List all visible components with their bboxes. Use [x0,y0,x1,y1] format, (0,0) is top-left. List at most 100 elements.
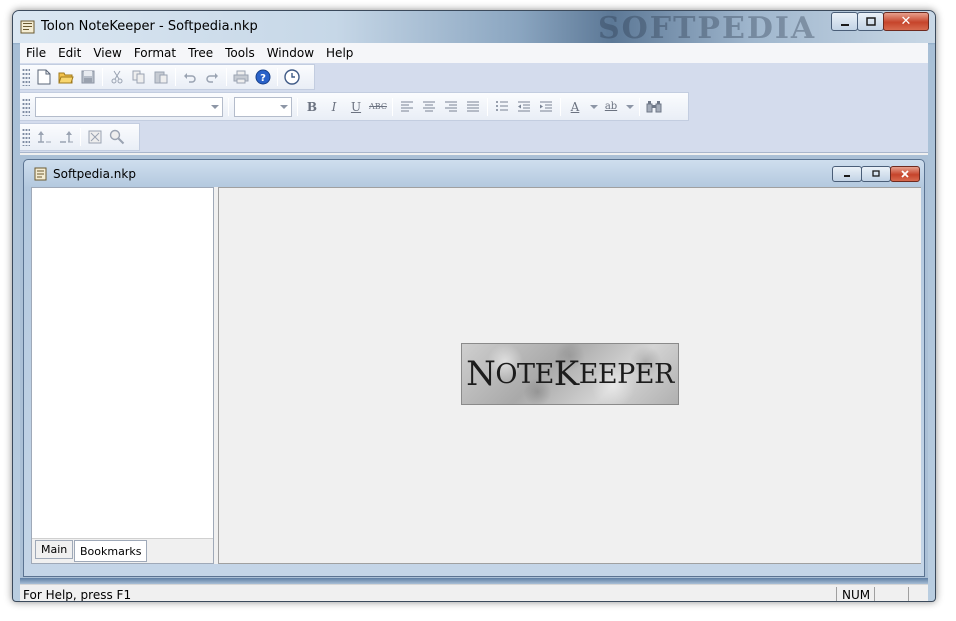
main-window: SOFTPEDIA Tolon NoteKeeper - Softpedia.n… [12,10,936,602]
paste-button[interactable] [150,66,172,88]
toolbar-separator [80,128,81,146]
underline-button[interactable]: U [345,96,367,118]
save-button[interactable] [77,66,99,88]
toolbar-separator [560,97,561,116]
menu-view[interactable]: View [87,43,127,63]
new-icon [37,69,51,85]
minimize-button[interactable] [831,12,858,31]
open-button[interactable] [55,66,77,88]
strikethrough-button[interactable]: ABC [367,96,389,118]
tree-tabs: Main Bookmarks [32,538,213,563]
close-icon [901,170,909,178]
align-center-icon [423,101,435,112]
document-window: Softpedia.nkp Main Bookmarks N OTE K EEP… [23,159,925,577]
increase-indent-button[interactable] [535,96,557,118]
cut-button[interactable] [106,66,128,88]
minimize-icon [844,175,850,177]
print-button[interactable] [230,66,252,88]
document-title: Softpedia.nkp [53,167,136,181]
menu-edit[interactable]: Edit [52,43,87,63]
logo-n: N [466,354,496,394]
menu-tools[interactable]: Tools [219,43,261,63]
toolbar-separator [277,68,278,86]
copy-button[interactable] [128,66,150,88]
close-button[interactable]: ✕ [883,12,929,31]
clock-button[interactable] [281,66,303,88]
binoculars-icon [646,101,662,113]
font-color-dropdown[interactable] [588,97,598,117]
zoom-fit-button[interactable] [84,126,106,148]
tab-main[interactable]: Main [35,540,74,559]
document-close-button[interactable] [890,166,920,182]
maximize-button[interactable] [857,12,884,31]
toolbar-separator [639,97,640,116]
search-button[interactable] [106,126,128,148]
document-title-bar[interactable]: Softpedia.nkp [34,167,136,181]
document-icon [34,167,47,181]
notekeeper-app-icon [20,20,35,34]
zoom-fit-icon [88,130,102,144]
document-restore-button[interactable] [861,166,891,182]
document-minimize-button[interactable] [832,166,862,182]
menu-help[interactable]: Help [320,43,359,63]
redo-button[interactable] [201,66,223,88]
note-editor[interactable]: N OTE K EEPER [218,187,921,564]
tree-toolbar [20,123,140,151]
bold-icon: B [306,99,318,114]
justify-button[interactable] [462,96,484,118]
toolbar-separator [487,97,488,116]
tree-pane: Main Bookmarks [31,187,214,564]
document-caption-buttons [832,166,920,182]
move-node-up-button[interactable] [33,126,55,148]
client-area: File Edit View Format Tree Tools Window … [20,43,928,601]
undo-button[interactable] [179,66,201,88]
print-icon [233,70,249,84]
close-icon: ✕ [900,14,912,29]
toolbar-separator [175,68,176,86]
minimize-icon [840,23,849,26]
align-left-button[interactable] [396,96,418,118]
resize-grip[interactable] [908,587,928,601]
font-color-icon: A [570,99,580,114]
format-toolbar: B I U ABC A ab [20,92,689,121]
font-color-button[interactable]: A [564,96,586,118]
menu-window[interactable]: Window [261,43,320,63]
menu-tree[interactable]: Tree [182,43,219,63]
menu-file[interactable]: File [20,43,52,63]
toolbar-grip[interactable] [22,68,30,86]
highlight-button[interactable]: ab [600,96,622,118]
bullets-button[interactable] [491,96,513,118]
toolbar-separator [297,97,298,116]
bold-button[interactable]: B [301,96,323,118]
toolbar-separator [392,97,393,116]
help-button[interactable]: ? [252,66,274,88]
paste-icon [154,71,168,84]
open-icon [58,72,74,84]
toolbar-grip[interactable] [22,128,30,146]
menu-format[interactable]: Format [128,43,182,63]
align-center-button[interactable] [418,96,440,118]
notes-tree[interactable] [32,188,213,540]
caption-buttons: ✕ [831,12,929,31]
title-bar[interactable]: SOFTPEDIA Tolon NoteKeeper - Softpedia.n… [13,11,935,46]
find-button[interactable] [643,96,665,118]
font-name-combo[interactable] [35,96,223,117]
move-up-icon [38,131,51,143]
status-panel-empty [874,587,908,601]
highlight-dropdown[interactable] [624,97,634,117]
italic-button[interactable]: I [323,96,345,118]
chevron-down-icon [590,104,598,109]
highlight-icon: ab [604,101,618,112]
toolbar-separator [226,68,227,86]
bullet-list-icon [496,101,508,111]
clock-icon [284,69,300,85]
outdent-icon [518,101,530,112]
move-node-down-button[interactable] [55,126,77,148]
font-size-combo[interactable] [234,96,292,117]
decrease-indent-button[interactable] [513,96,535,118]
new-button[interactable] [33,66,55,88]
notekeeper-logo: N OTE K EEPER [461,343,679,405]
align-right-button[interactable] [440,96,462,118]
toolbar-grip[interactable] [22,97,30,116]
tab-bookmarks[interactable]: Bookmarks [74,540,148,562]
